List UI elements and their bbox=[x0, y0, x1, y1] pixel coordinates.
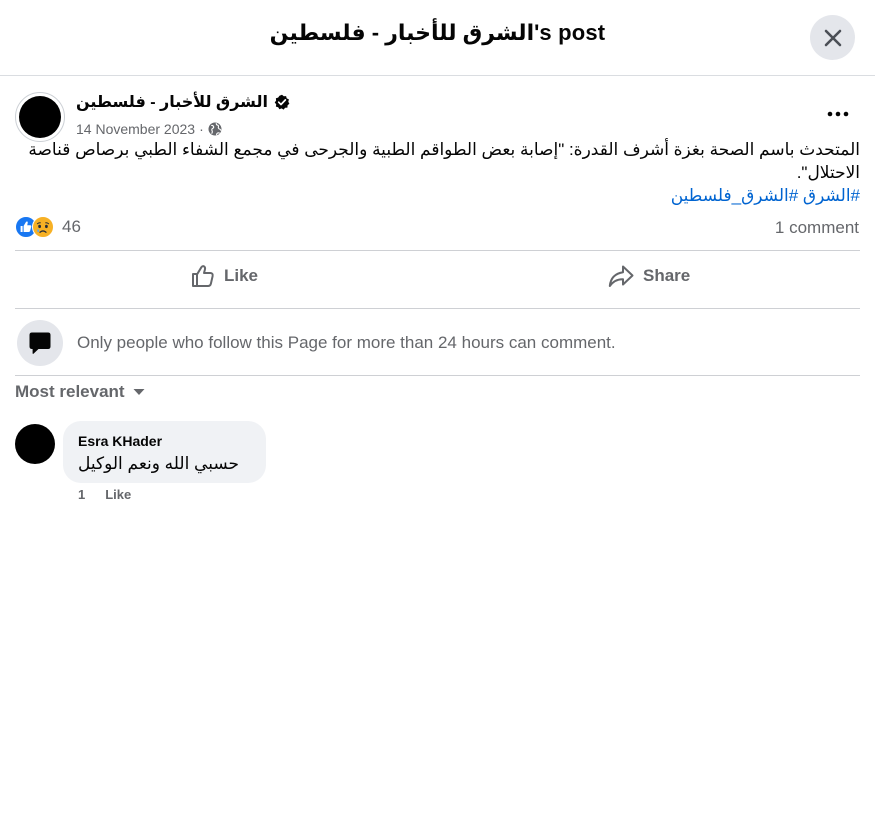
comment-bubble: Esra KHader حسبي الله ونعم الوكيل bbox=[63, 421, 266, 483]
dialog-title: الشرق للأخبار - فلسطين's post bbox=[269, 20, 606, 45]
reactions-summary[interactable]: 46 bbox=[15, 216, 81, 238]
comment-restriction-text: Only people who follow this Page for mor… bbox=[77, 333, 616, 352]
hashtag-link[interactable]: #الشرق bbox=[803, 186, 860, 205]
divider bbox=[15, 375, 860, 376]
comment-sort-dropdown[interactable]: Most relevant bbox=[15, 382, 146, 402]
comment-text: حسبي الله ونعم الوكيل bbox=[78, 454, 240, 473]
post-text: المتحدث باسم الصحة بغزة أشرف القدرة: "إص… bbox=[28, 140, 860, 182]
dialog-header: الشرق للأخبار - فلسطين's post bbox=[0, 0, 875, 76]
post-meta: 14 November 2023 · bbox=[76, 121, 222, 137]
close-icon bbox=[824, 29, 841, 46]
comment-like-button[interactable]: Like bbox=[105, 487, 131, 499]
like-button-label: Like bbox=[224, 266, 259, 285]
page-name[interactable]: الشرق للأخبار - فلسطين bbox=[76, 92, 268, 112]
post-hashtags: #الشرق #الشرق_فلسطين bbox=[15, 184, 860, 207]
comment-count[interactable]: 1 comment bbox=[775, 218, 859, 238]
verified-badge-icon bbox=[274, 94, 290, 110]
like-icon bbox=[192, 265, 214, 287]
comment-sort-label: Most relevant bbox=[15, 382, 125, 401]
meta-separator: · bbox=[199, 121, 204, 137]
share-button[interactable]: Share bbox=[607, 258, 690, 294]
divider bbox=[15, 250, 860, 251]
comment-actions: 1 Like bbox=[78, 487, 278, 499]
more-options-icon bbox=[827, 111, 849, 117]
divider bbox=[15, 308, 860, 309]
comment-restriction-notice: Only people who follow this Page for mor… bbox=[17, 320, 616, 366]
comment-bubble-icon bbox=[29, 332, 51, 354]
close-button[interactable] bbox=[810, 15, 855, 60]
comment-icon-wrap bbox=[17, 320, 63, 366]
comment-author[interactable]: Esra KHader bbox=[78, 433, 251, 450]
commenter-avatar[interactable] bbox=[15, 424, 55, 464]
globe-icon[interactable] bbox=[208, 122, 222, 136]
hashtag-link[interactable]: #الشرق_فلسطين bbox=[671, 186, 798, 205]
like-button[interactable]: Like bbox=[190, 258, 258, 294]
post-date[interactable]: 14 November 2023 bbox=[76, 121, 195, 137]
caret-down-icon bbox=[133, 389, 145, 395]
sad-reaction-icon bbox=[32, 216, 54, 238]
share-icon bbox=[608, 265, 634, 287]
page-avatar[interactable] bbox=[15, 92, 65, 142]
more-options-button[interactable] bbox=[822, 104, 854, 124]
share-button-label: Share bbox=[643, 266, 691, 285]
comment-timestamp[interactable]: 1 bbox=[78, 487, 85, 499]
reaction-count: 46 bbox=[62, 217, 81, 236]
page-name-row: الشرق للأخبار - فلسطين bbox=[76, 92, 290, 112]
